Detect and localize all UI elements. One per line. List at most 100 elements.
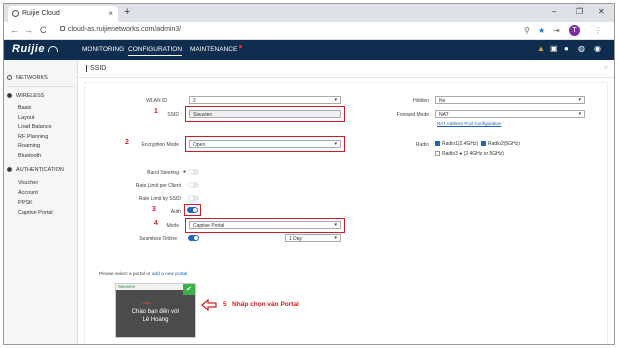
sidebar-item-basic[interactable]: Basic [18, 105, 31, 111]
radio2-checkbox[interactable]: Radio2(5GHz) [481, 141, 520, 147]
auth-toggle[interactable] [187, 207, 198, 213]
chevron-down-icon: ▾ [334, 141, 337, 147]
tab-close-icon[interactable]: × [108, 9, 113, 18]
ruijie-logo[interactable]: Ruijie [12, 43, 58, 55]
portal-brand-logo: Ruijie [141, 300, 152, 305]
rate-limit-client-toggle[interactable] [188, 182, 199, 188]
sidebar-wireless[interactable]: WIRELESS [7, 93, 44, 99]
ssid-titlebar: SSID × [78, 60, 614, 78]
restore-button[interactable]: ❐ [576, 7, 583, 16]
menu-maintenance[interactable]: MAINTENANCE [190, 46, 237, 53]
radio3-label: Radio3 [442, 151, 458, 157]
step-5-annotation: 5 Nhấp chọn vào Portal [223, 301, 299, 308]
sidebar-item-rf-planning[interactable]: RF Planning [18, 134, 48, 140]
extension-icon[interactable]: ⇥ [553, 26, 560, 35]
sidebar-wireless-label: WIRELESS [16, 93, 45, 99]
radio-label: Radio [415, 142, 429, 148]
forward-button[interactable]: → [24, 25, 33, 35]
hidden-select[interactable]: No ▾ [435, 96, 585, 104]
tab-title: Ruijie Cloud [22, 10, 60, 17]
rate-limit-client-label: Rate Limit per Client [135, 183, 181, 189]
sidebar-item-roaming[interactable]: Roaming [18, 143, 40, 149]
sidebar-item-layout[interactable]: Layout [18, 115, 35, 121]
new-tab-button[interactable]: + [124, 6, 130, 18]
sidebar-item-account[interactable]: Account [18, 190, 38, 196]
ssid-value: Sieuvien [193, 112, 213, 118]
portal-card-name: Sieuvien [118, 284, 136, 289]
portal-owner-text: Lê Hoàng [142, 317, 169, 323]
band-steering-toggle[interactable] [188, 169, 199, 175]
sidebar-authentication[interactable]: AUTHENTICATION [7, 167, 64, 173]
encryption-mode-select[interactable]: Open ▾ [189, 140, 341, 148]
radio1-checkbox[interactable]: Radio1(2.4GHz) [435, 141, 478, 147]
sidebar-networks[interactable]: NETWORKS [7, 75, 48, 81]
minimize-button[interactable]: – [552, 7, 556, 16]
logo-text: Ruijie [12, 43, 45, 55]
app-header: Ruijie MONITORING CONFIGURATION MAINTENA… [4, 40, 614, 60]
menu-configuration[interactable]: CONFIGURATION [128, 46, 183, 56]
user-icon[interactable]: ◉ [594, 44, 601, 53]
main-content: SSID × WLAN ID 2 ▾ 1 SSID Sieuvien 2 Encr… [78, 60, 614, 344]
zoom-icon[interactable]: ⚲ [524, 26, 530, 35]
wlan-id-select[interactable]: 2 ▾ [189, 96, 341, 104]
hidden-value: No [439, 98, 446, 104]
radio2-label: Radio2(5GHz) [488, 141, 520, 147]
portal-note-text: Please select a portal or [99, 272, 151, 277]
browser-menu-icon[interactable]: ⋮ [594, 26, 602, 35]
radio1-label: Radio1(2.4GHz) [442, 141, 479, 147]
seamless-online-toggle[interactable] [188, 235, 199, 241]
profile-avatar[interactable]: T [569, 25, 580, 36]
checkbox-checked-icon [435, 141, 440, 147]
portal-card[interactable]: Sieuvien ✔ Ruijie Chào bạn đến với Lê Ho… [115, 283, 196, 338]
warning-icon[interactable]: ▲ [537, 44, 545, 53]
seamless-duration-value: 1 Day [289, 236, 303, 242]
url-field[interactable]: cloud-as.ruijienetworks.com/admin3/ [60, 26, 181, 33]
sidebar-networks-label: NETWORKS [16, 75, 48, 81]
window-close-button[interactable]: ✕ [598, 7, 605, 16]
globe-icon[interactable]: ◍ [578, 44, 585, 53]
star-icon[interactable]: ★ [538, 26, 545, 35]
sidebar-item-voucher[interactable]: Voucher [18, 180, 38, 186]
reload-button[interactable]: C [40, 25, 47, 35]
chevron-down-icon: ▾ [578, 111, 581, 117]
sidebar-item-bluetooth[interactable]: Bluetooth [18, 153, 41, 159]
chevron-down-icon: ▾ [334, 222, 337, 228]
back-button[interactable]: ← [10, 25, 19, 35]
radio3-note: (2.4GHz or 5GHz) [463, 151, 504, 157]
sidebar-item-captive-portal[interactable]: Captive Portal [18, 210, 53, 216]
wlan-id-label: WLAN ID [146, 98, 167, 104]
rate-limit-ssid-label: Rate Limit by SSID [138, 196, 181, 202]
forward-mode-select[interactable]: NAT ▾ [435, 110, 585, 118]
mode-select[interactable]: Captive Portal ▾ [189, 221, 341, 229]
radio3-help-icon: ● [459, 151, 463, 157]
ruijie-favicon-icon [12, 10, 19, 17]
seamless-duration-select[interactable]: 1 Day ▾ [285, 234, 341, 242]
radio3-checkbox[interactable]: Radio3 ● (2.4GHz or 5GHz) [435, 151, 504, 157]
sidebar-item-load-balance[interactable]: Load Balance [18, 124, 52, 130]
browser-tab[interactable]: Ruijie Cloud × [8, 6, 118, 22]
encryption-mode-value: Open [193, 142, 206, 148]
sidebar-divider [7, 86, 75, 87]
authentication-icon [7, 167, 12, 173]
wireless-icon [7, 93, 12, 99]
checkbox-checked-icon [481, 141, 486, 147]
menu-monitoring[interactable]: MONITORING [82, 46, 124, 53]
portal-welcome-text: Chào bạn đến với [131, 309, 180, 315]
chevron-down-icon: ▾ [334, 235, 337, 241]
logo-arc-icon [47, 46, 58, 52]
rate-limit-ssid-toggle[interactable] [188, 195, 199, 201]
auth-label: Auth [170, 209, 181, 215]
add-portal-link[interactable]: add a new portal [152, 272, 187, 277]
sidebar-authentication-label: AUTHENTICATION [16, 167, 64, 173]
networks-icon [7, 75, 12, 81]
close-panel-icon[interactable]: × [604, 65, 608, 72]
band-steering-label: Band Steering [147, 170, 179, 176]
sidebar-item-ppsk[interactable]: PPSK [18, 200, 33, 206]
nat-pool-link[interactable]: NAT Address Pool Configuration [437, 121, 501, 126]
wlan-id-value: 2 [193, 98, 196, 104]
grid-icon[interactable]: ▣ [550, 44, 558, 53]
forward-mode-label: Forward Mode [396, 112, 429, 118]
bell-icon[interactable]: ● [564, 44, 569, 53]
ssid-input[interactable]: Sieuvien [189, 110, 341, 118]
portal-select-note: Please select a portal or add a new port… [99, 272, 187, 277]
